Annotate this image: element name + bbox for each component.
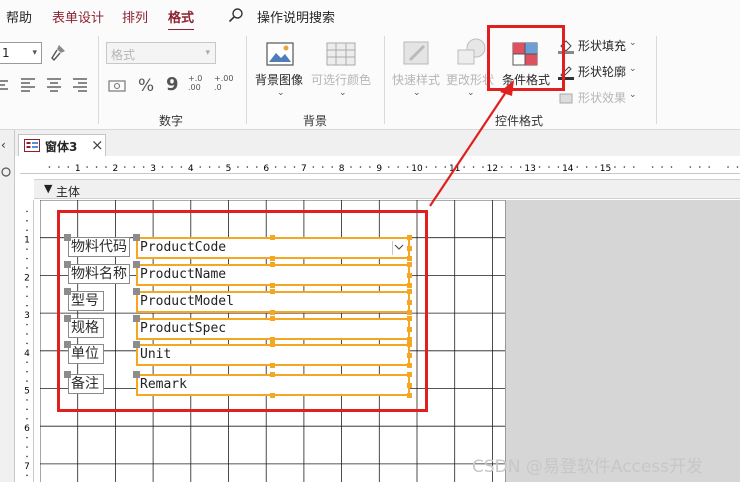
annotation-arrow (429, 80, 514, 207)
watermark: CSDN @易登软件Access开发 (472, 457, 704, 477)
